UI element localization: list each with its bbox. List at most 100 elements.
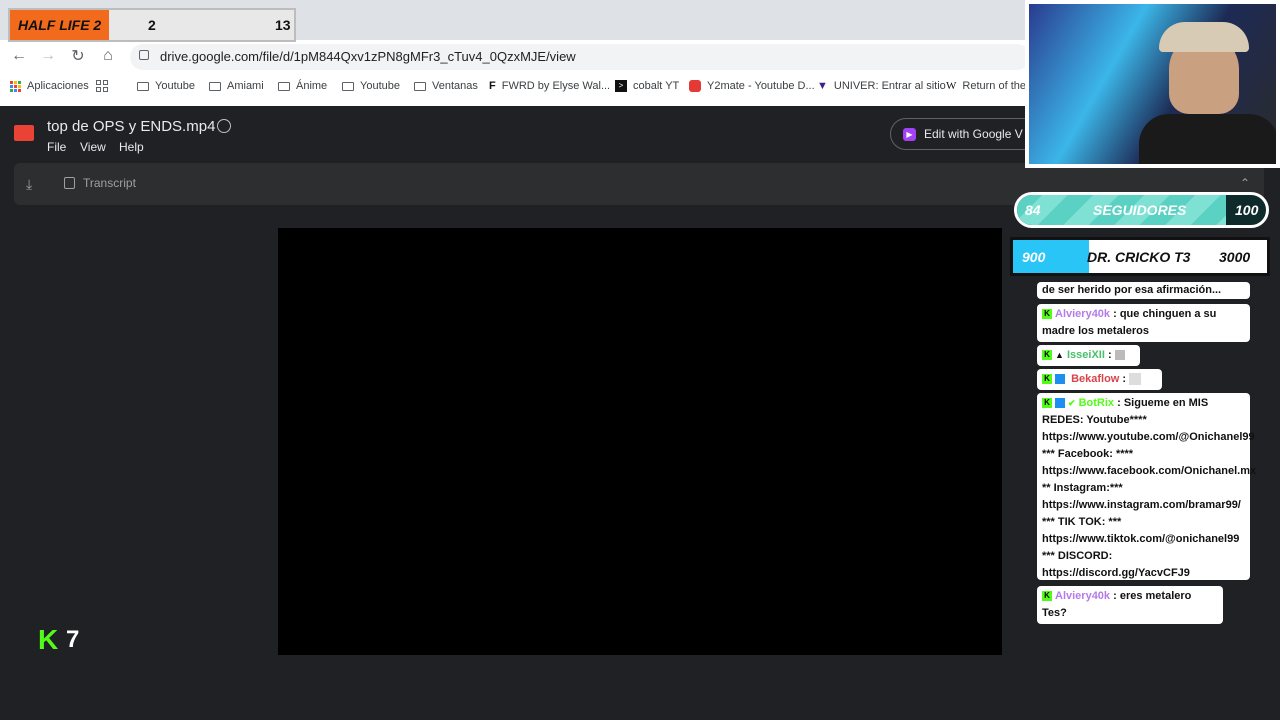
followers-current: 84 — [1025, 202, 1041, 218]
sub-badge-icon — [1055, 374, 1065, 385]
bookmark-label: Ventanas — [432, 80, 478, 92]
bot-line: : Sigueme en MIS REDES: Youtube**** — [1042, 397, 1209, 426]
chat-message: K Bekaflow : — [1037, 369, 1162, 390]
bookmark-label: Return of the — [962, 80, 1026, 92]
game-counter-right: 13 — [275, 17, 291, 33]
followers-goal-bar: 84 SEGUIDORES 100 — [1014, 192, 1269, 228]
chat-message-truncated: de ser herido por esa afirmación... — [1037, 282, 1250, 299]
viewer-count: 7 — [66, 626, 80, 653]
edit-with-google-vids-button[interactable]: ▶ Edit with Google V — [890, 118, 1040, 150]
bot-link-discord[interactable]: https://discord.gg/YacvCFJ9 — [1042, 567, 1190, 579]
chat-username[interactable]: IsseiXII — [1067, 349, 1105, 361]
back-icon[interactable]: ← — [8, 45, 30, 67]
menu-file[interactable]: File — [47, 140, 66, 154]
bookmark-return[interactable]: W Return of the — [946, 80, 1026, 92]
apps-icon — [10, 80, 21, 92]
share-drive-icon[interactable] — [217, 119, 231, 133]
video-file-icon — [14, 125, 34, 141]
chat-message: K ▲ IsseiXII : — [1037, 345, 1140, 366]
bookmark-univer[interactable]: ▼ UNIVER: Entrar al sitio — [817, 80, 946, 92]
bot-link-instagram[interactable]: https://www.instagram.com/bramar99/ — [1042, 499, 1241, 511]
kick-badge-icon: K — [1042, 309, 1052, 320]
chat-text: : — [1107, 349, 1112, 361]
chat-username[interactable]: Alviery40k — [1055, 590, 1110, 602]
chat-username[interactable]: Bekaflow — [1071, 373, 1119, 385]
sub-goal-bar: 900 DR. CRICKO T3 3000 — [1010, 237, 1270, 276]
bookmark-amiami[interactable]: Amiami — [209, 80, 264, 92]
transcript-label: Transcript — [83, 176, 136, 190]
bot-line: *** Facebook: **** — [1042, 448, 1134, 460]
bookmark-label: cobalt YT — [633, 80, 680, 92]
goal-label: DR. CRICKO T3 — [1087, 249, 1191, 265]
goal-current: 900 — [1022, 249, 1046, 265]
verified-icon: ✔ — [1068, 398, 1076, 408]
vids-icon: ▶ — [903, 127, 916, 141]
bot-line: ** Instagram:*** — [1042, 482, 1123, 494]
folder-icon — [342, 81, 354, 91]
menu-help[interactable]: Help — [119, 140, 144, 154]
f-logo-icon: F — [489, 80, 496, 92]
chat-username[interactable]: BotRix — [1079, 397, 1114, 409]
chat-username[interactable]: Alviery40k — [1055, 308, 1110, 320]
emote-icon — [1129, 373, 1142, 386]
folder-icon — [414, 81, 426, 91]
edit-button-label: Edit with Google V — [924, 127, 1023, 141]
followers-goal: 100 — [1235, 202, 1259, 218]
chat-message: K Alviery40k : que chinguen a su madre lo… — [1037, 304, 1250, 342]
kick-badge-icon: K — [1042, 591, 1052, 602]
bookmark-cobalt[interactable]: > cobalt YT — [615, 80, 679, 92]
game-title: HALF LIFE 2 — [10, 10, 110, 40]
menu-view[interactable]: View — [80, 140, 106, 154]
webcam-feed — [1025, 0, 1280, 168]
kick-logo-icon: K — [38, 624, 59, 655]
bookmark-y2mate[interactable]: Y2mate - Youtube D... — [689, 80, 815, 92]
kick-badge-icon: K — [1042, 350, 1052, 361]
forward-icon[interactable]: → — [37, 45, 59, 67]
file-title: top de OPS y ENDS.mp4 — [47, 118, 216, 135]
followers-label: SEGUIDORES — [1093, 202, 1187, 218]
chat-text: : — [1122, 373, 1127, 385]
bookmark-label: Aplicaciones — [27, 80, 89, 92]
url-text[interactable]: drive.google.com/file/d/1pM844Qxv1zPN8gM… — [160, 49, 576, 64]
bot-link-youtube[interactable]: https://www.youtube.com/@Onichanel99 — [1042, 431, 1255, 443]
folder-icon — [209, 81, 221, 91]
site-info-icon[interactable] — [139, 50, 149, 60]
download-icon[interactable]: ⤓ — [26, 176, 32, 193]
goal-target: 3000 — [1219, 249, 1251, 265]
folder-icon — [137, 81, 149, 91]
w-icon: W — [946, 80, 957, 92]
video-player[interactable] — [278, 228, 1002, 655]
bookmark-label: FWRD by Elyse Wal... — [501, 80, 611, 92]
grid-icon — [96, 80, 108, 92]
kick-viewer-count: K 7 — [38, 626, 79, 654]
bot-link-facebook[interactable]: https://www.facebook.com/Onichanel.mx — [1042, 465, 1256, 477]
streamer-shirt — [1139, 114, 1276, 164]
chat-text: de ser herido por esa afirmación... — [1042, 284, 1222, 296]
kick-badge-icon: K — [1042, 374, 1052, 385]
bot-badge-icon — [1055, 398, 1065, 409]
bookmark-aplicaciones[interactable]: Aplicaciones — [10, 80, 89, 92]
bookmark-label: Youtube — [155, 80, 195, 92]
bot-link-tiktok[interactable]: https://www.tiktok.com/@onichanel99 — [1042, 533, 1239, 545]
collapse-chevron-icon[interactable]: ⌃ — [1240, 176, 1250, 190]
bot-line: *** DISCORD: — [1042, 550, 1113, 562]
bookmark-anime[interactable]: Ánime — [278, 80, 327, 92]
game-counter-left: 2 — [148, 17, 156, 33]
bookmark-fwrd[interactable]: F FWRD by Elyse Wal... — [489, 80, 610, 92]
bookmark-ventanas[interactable]: Ventanas — [414, 80, 478, 92]
bookmark-label: UNIVER: Entrar al sitio — [833, 80, 946, 92]
home-icon[interactable]: ⌂ — [97, 45, 119, 67]
reload-icon[interactable]: ↻ — [67, 45, 89, 67]
bookmark-youtube-1[interactable]: Youtube — [137, 80, 195, 92]
bookmark-youtube-2[interactable]: Youtube — [342, 80, 400, 92]
emote-icon — [1114, 350, 1125, 361]
cobalt-icon: > — [615, 80, 627, 92]
transcript-button[interactable]: Transcript — [64, 176, 136, 190]
transcript-icon — [64, 177, 75, 189]
y2mate-icon — [689, 80, 701, 92]
user-badge-icon: ▲ — [1055, 350, 1064, 360]
univer-icon: ▼ — [817, 80, 828, 92]
kick-badge-icon: K — [1042, 398, 1052, 409]
bookmark-grid[interactable] — [96, 80, 108, 92]
chat-message-bot: K ✔ BotRix : Sigueme en MIS REDES: Youtub… — [1037, 393, 1256, 580]
